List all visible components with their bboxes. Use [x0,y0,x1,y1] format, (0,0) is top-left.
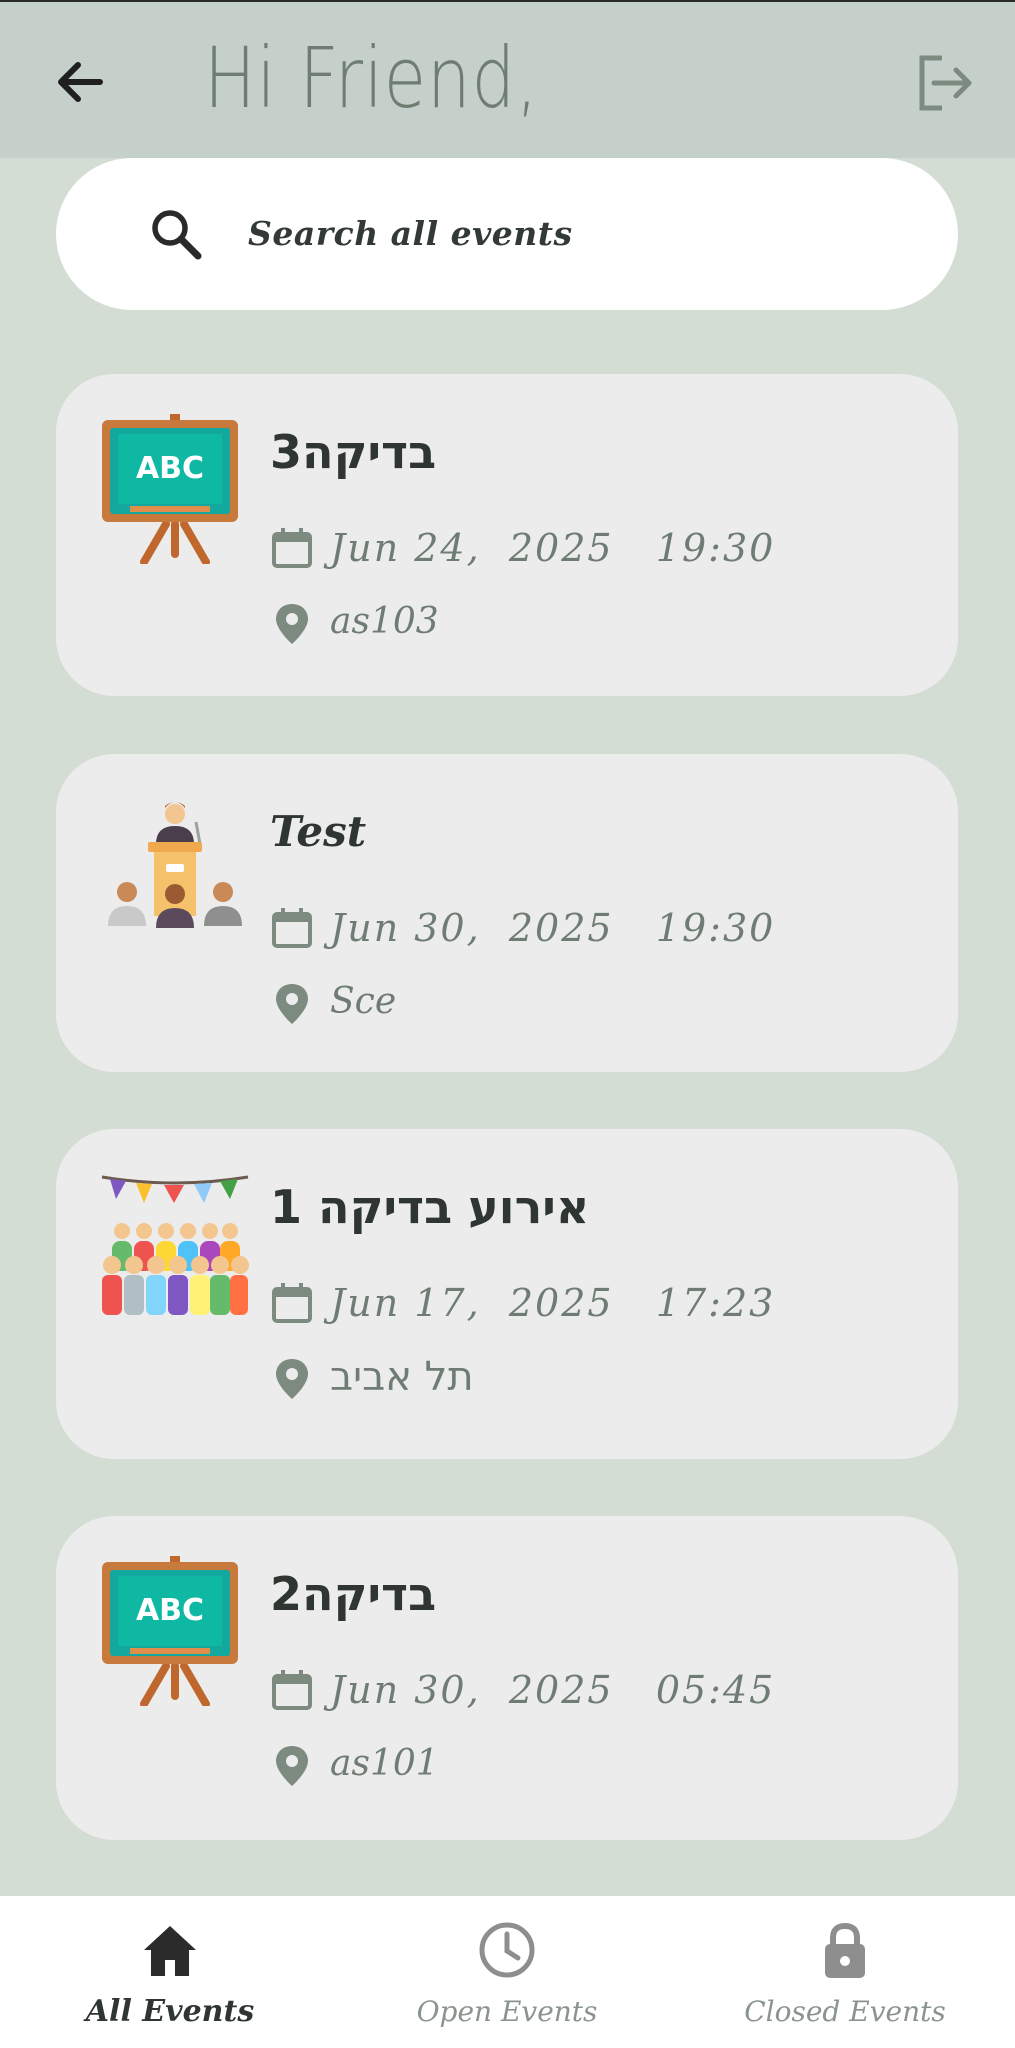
nav-open-events[interactable]: Open Events [367,1896,647,2048]
calendar-icon [272,528,312,568]
event-location: as103 [330,601,439,642]
event-time-value: 17:23 [655,1281,776,1325]
bottom-navigation: All Events Open Events Closed Events [0,1896,1015,2048]
location-pin-icon [276,1746,308,1786]
nav-label: Open Events [416,1995,598,2028]
event-date-value: Jun 17, 2025 [330,1281,614,1325]
nav-closed-events[interactable]: Closed Events [705,1896,985,2048]
home-icon [144,1926,196,1976]
event-date-value: Jun 24, 2025 [330,526,614,570]
chalkboard-icon: ABC [102,414,238,564]
nav-all-events[interactable]: All Events [30,1896,310,2048]
event-date: Jun 24, 2025 19:30 [330,520,775,576]
greeting-title: Hi Friend, [204,29,539,127]
calendar-icon [272,1283,312,1323]
event-card[interactable]: ABC בדיקה2 Jun 30, 2025 05:45 as101 [56,1516,958,1840]
location-pin-icon [276,604,308,644]
chalkboard-icon: ABC [102,1556,238,1706]
event-location: as101 [330,1743,439,1784]
clock-icon [479,1922,535,1978]
event-title: בדיקה2 [270,1567,437,1621]
location-pin-icon [276,1359,308,1399]
event-location: Sce [330,981,397,1022]
location-pin-icon [276,984,308,1024]
event-date: Jun 17, 2025 17:23 [330,1275,775,1331]
search-input[interactable]: Search all events [56,158,958,310]
event-time-value: 05:45 [655,1668,776,1712]
event-time-value: 19:30 [655,906,776,950]
nav-label: Closed Events [744,1995,946,2028]
back-arrow-icon[interactable] [48,50,112,114]
event-title: אירוע בדיקה 1 [270,1180,590,1234]
lock-icon [825,1922,865,1978]
event-date-value: Jun 30, 2025 [330,1668,614,1712]
party-crowd-icon [101,1175,249,1315]
event-card[interactable]: אירוע בדיקה 1 Jun 17, 2025 17:23 תל אביב [56,1129,958,1459]
calendar-icon [272,1670,312,1710]
top-bar: Hi Friend, [0,0,1015,158]
search-icon [152,210,202,260]
svg-text:ABC: ABC [136,451,204,486]
event-title: בדיקה3 [270,425,437,479]
event-date-value: Jun 30, 2025 [330,906,614,950]
event-date: Jun 30, 2025 05:45 [330,1662,775,1718]
event-date: Jun 30, 2025 19:30 [330,900,775,956]
event-card[interactable]: ABC בדיקה3 Jun 24, 2025 19:30 as103 [56,374,958,696]
event-title: Test [270,807,367,856]
calendar-icon [272,908,312,948]
nav-label: All Events [85,1994,255,2029]
logout-icon[interactable] [912,50,978,116]
podium-speaker-icon [108,802,242,928]
search-placeholder: Search all events [248,214,573,253]
event-time-value: 19:30 [655,526,776,570]
event-card[interactable]: Test Jun 30, 2025 19:30 Sce [56,754,958,1072]
event-location: תל אביב [330,1354,474,1400]
svg-text:ABC: ABC [136,1593,204,1628]
